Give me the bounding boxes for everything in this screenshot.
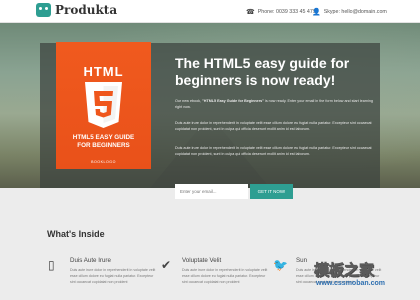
logo-text: Produkta (55, 3, 118, 17)
hero-title: The HTML5 easy guide for beginners is no… (175, 55, 385, 89)
top-bar: Produkta ☎ Phone: 0039 333 45 479 👤 Skyp… (0, 0, 420, 23)
user-icon: 👤 (312, 9, 321, 16)
book-title-line2: FOR BEGINNERS (77, 142, 130, 149)
watermark-url: www.cssmoban.com (316, 280, 385, 287)
book-label: HTML (83, 64, 124, 79)
watermark: 模板之家 (314, 262, 375, 280)
hero-intro: Our new ebook, "HTML5 Easy Guide for Beg… (175, 98, 375, 110)
mobile-icon: ▯ (48, 258, 55, 272)
feature-text: Duis aute irure dolor in reprehenderit i… (182, 268, 268, 285)
check-icon: ✔ (161, 258, 172, 272)
book-title: HTML5 EASY GUIDE FOR BEGINNERS (56, 134, 151, 150)
hero-title-bold: HTML5 easy guide (203, 55, 327, 71)
phone-contact: ☎ Phone: 0039 333 45 479 (246, 8, 316, 16)
feature-text: Duis aute irure dolor in reprehenderit i… (70, 268, 156, 285)
feature-title: Duis Aute Irure (70, 257, 111, 264)
ebook-cover: HTML HTML5 EASY GUIDE FOR BEGINNERS BOOK… (56, 42, 151, 169)
get-it-now-button[interactable]: GET IT NOW! (250, 184, 293, 199)
hero-title-pre: The (175, 55, 204, 71)
intro-bold: "HTML5 Easy Guide for Beginners" (202, 99, 264, 103)
html5-shield-icon (85, 82, 122, 128)
skype-text: Skype: hello@domain.com (323, 9, 387, 15)
logo-icon (36, 3, 51, 17)
intro-pre: Our new ebook, (175, 99, 203, 103)
feature-title: Sun (296, 257, 308, 264)
skype-contact: 👤 Skype: hello@domain.com (312, 8, 387, 16)
twitter-icon: 🐦 (273, 258, 288, 272)
logo[interactable]: Produkta (36, 3, 117, 17)
book-footer: BOOKLOGO (91, 160, 116, 164)
phone-icon: ☎ (246, 9, 255, 16)
book-title-line1: HTML5 EASY GUIDE (72, 134, 135, 141)
hero-paragraph: Duis aute irure dolor in reprehenderit i… (175, 121, 372, 132)
email-input[interactable] (175, 184, 248, 199)
feature-title: Voluptate Velit (182, 257, 222, 264)
phone-text: Phone: 0039 333 45 479 (257, 9, 316, 15)
section-title: What's Inside (47, 229, 105, 239)
hero-paragraph: Duis aute irure dolor in reprehenderit i… (175, 146, 372, 157)
